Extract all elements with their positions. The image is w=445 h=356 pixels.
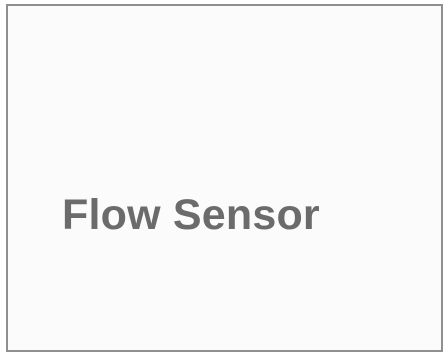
sensor-panel	[6, 4, 443, 352]
sensor-label: Flow Sensor	[62, 191, 320, 239]
